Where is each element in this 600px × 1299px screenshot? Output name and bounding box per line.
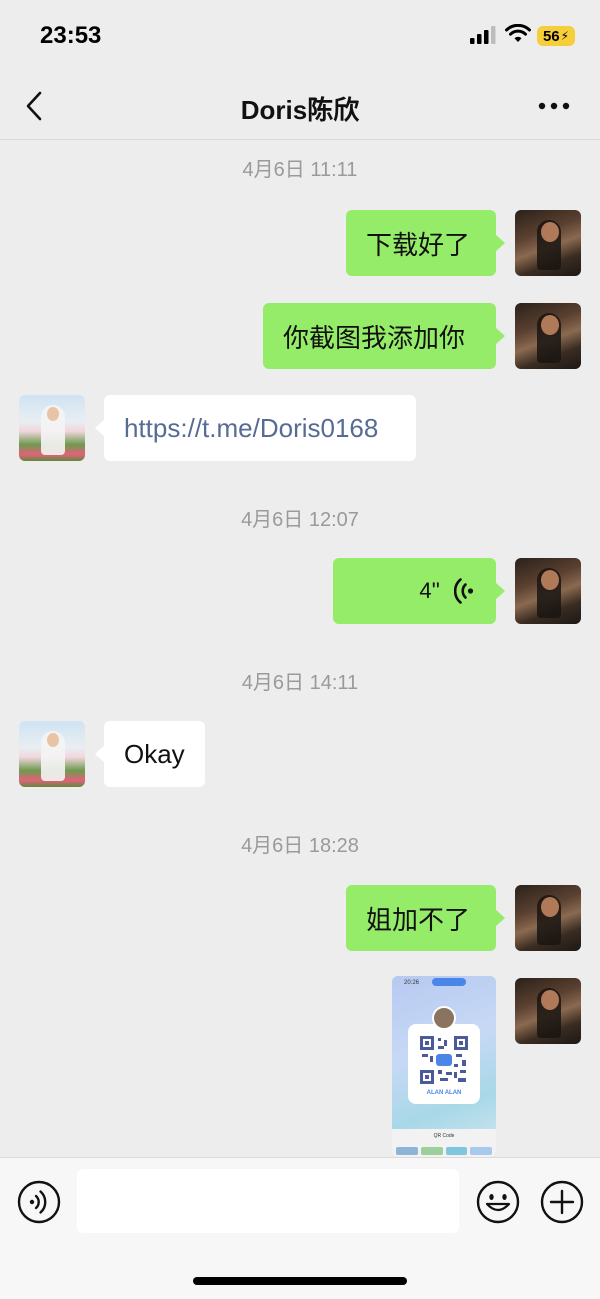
contact-avatar[interactable]	[19, 721, 85, 787]
thumb-status-pill	[432, 978, 466, 986]
qr-card: ALAN ALAN	[408, 1024, 480, 1104]
contact-avatar[interactable]	[19, 395, 85, 461]
thumb-bottom-sheet: QR Code	[392, 1129, 496, 1157]
thumb-profile-avatar	[432, 1006, 456, 1030]
cellular-signal-icon	[470, 26, 496, 44]
message-bubble-outgoing[interactable]: 姐加不了	[346, 885, 505, 951]
my-avatar[interactable]	[515, 978, 581, 1044]
message-list[interactable]: 4月6日 11:11 下载好了 你截图我添加你 https://t.me/Dor…	[0, 141, 600, 1157]
message-timestamp: 4月6日 14:11	[241, 672, 359, 694]
status-time: 23:53	[40, 22, 102, 49]
message-bubble-incoming[interactable]: https://t.me/Doris0168	[95, 395, 416, 461]
chat-title: Doris陈欣	[240, 95, 360, 125]
my-avatar[interactable]	[515, 885, 581, 951]
qr-owner-name: ALAN ALAN	[426, 1090, 462, 1096]
status-bar: 23:53 56 ⚡	[0, 0, 600, 72]
message-timestamp: 4月6日 12:07	[241, 509, 359, 531]
wifi-icon	[505, 24, 531, 42]
message-timestamp: 4月6日 18:28	[241, 835, 359, 857]
thumb-color-swatches	[396, 1147, 492, 1155]
message-bubble-outgoing[interactable]: 下载好了	[346, 210, 505, 276]
message-bubble-outgoing[interactable]: 你截图我添加你	[263, 303, 505, 369]
message-link[interactable]: https://t.me/Doris0168	[124, 413, 378, 444]
charging-bolt-icon: ⚡	[560, 29, 570, 43]
my-avatar[interactable]	[515, 303, 581, 369]
voice-wave-icon	[454, 578, 474, 604]
message-bubble-incoming[interactable]: Okay	[95, 721, 205, 787]
qr-code-icon	[420, 1036, 468, 1084]
voice-message-bubble[interactable]: 4''	[333, 558, 505, 624]
message-timestamp: 4月6日 11:11	[242, 159, 358, 181]
chat-header: Doris陈欣	[0, 72, 600, 140]
thumb-bottom-label: QR Code	[433, 1133, 455, 1139]
more-horizontal-icon[interactable]	[536, 94, 572, 118]
message-input[interactable]	[77, 1169, 459, 1233]
voice-duration: 4''	[419, 578, 440, 603]
thumb-time: 20:26	[404, 980, 420, 986]
my-avatar[interactable]	[515, 558, 581, 624]
battery-level: 56	[542, 27, 560, 45]
home-indicator[interactable]	[193, 1277, 407, 1285]
voice-mode-icon[interactable]	[17, 1180, 61, 1224]
image-message-thumbnail[interactable]: 20:26 ALAN ALAN QR Code	[392, 976, 496, 1157]
emoji-icon[interactable]	[476, 1180, 520, 1224]
my-avatar[interactable]	[515, 210, 581, 276]
battery-indicator: 56 ⚡	[537, 26, 575, 46]
plus-icon[interactable]	[540, 1180, 584, 1224]
